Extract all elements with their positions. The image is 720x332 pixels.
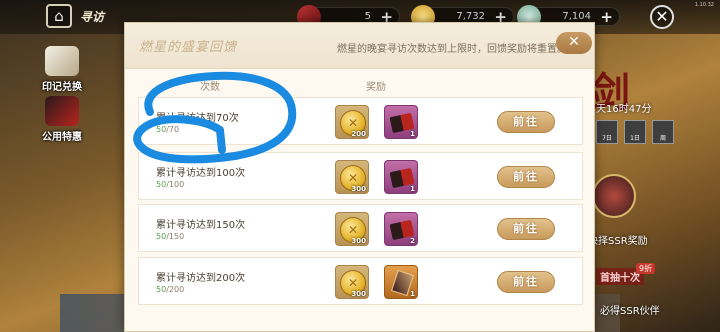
- event-timer: 天16时47分: [596, 104, 652, 115]
- item-count: 1: [410, 130, 415, 138]
- gold-reward[interactable]: ✕ 300: [335, 265, 369, 299]
- version-text: 1.10.32: [694, 2, 714, 8]
- item-reward[interactable]: 1: [384, 160, 418, 194]
- page-title: 寻访: [80, 10, 105, 24]
- gift-icon: [45, 96, 79, 126]
- discount-badge: 9折: [636, 263, 656, 274]
- reward-row: 累计寻访达到100次 50/100 ✕ 300 1 前往: [138, 152, 583, 200]
- add-jade-button[interactable]: +: [600, 8, 613, 26]
- reward-row: 累计寻访达到70次 50/70 ✕ 200 1 前往: [138, 97, 583, 145]
- progress-target: /150: [166, 232, 185, 241]
- tile-label: 7日: [602, 135, 612, 142]
- close-button[interactable]: ✕: [556, 32, 592, 54]
- go-button[interactable]: 前往: [497, 218, 555, 240]
- gold-count: 300: [351, 237, 366, 245]
- gold-count: 200: [351, 130, 366, 138]
- jade-count: 7,104: [562, 11, 591, 22]
- promo-label[interactable]: 必得SSR伙伴: [600, 302, 660, 317]
- gold-count: 300: [351, 185, 366, 193]
- progress-current: 50: [156, 232, 167, 241]
- modal-title: 燃星的盛宴回馈: [139, 40, 238, 55]
- progress-target: /200: [166, 285, 185, 294]
- item-reward[interactable]: 1: [384, 105, 418, 139]
- progress-target: /100: [166, 180, 185, 189]
- row-title: 累计寻访达到100次: [156, 168, 246, 179]
- gold-reward[interactable]: ✕ 300: [335, 160, 369, 194]
- go-button[interactable]: 前往: [497, 166, 555, 188]
- go-button[interactable]: 前往: [497, 271, 555, 293]
- gift-box-icon: [592, 174, 636, 218]
- tile-1day[interactable]: 1日: [624, 120, 646, 144]
- gold-count: 7,732: [456, 11, 485, 22]
- sidebar-item-label: 公用特惠: [42, 132, 82, 143]
- progress-target: /70: [166, 125, 180, 134]
- reward-row: 累计寻访达到150次 50/150 ✕ 300 2 前往: [138, 204, 583, 252]
- sidebar-item-mark-exchange[interactable]: 印记兑换: [40, 46, 84, 93]
- ssr-pack-label: 抉择SSR奖励: [588, 236, 648, 247]
- item-count: 1: [410, 185, 415, 193]
- modal-header: 燃星的盛宴回馈 燃星的晚宴寻访次数达到上限时，回馈奖励将重置。 ✕: [125, 23, 594, 69]
- item-count: 2: [410, 237, 415, 245]
- item-reward[interactable]: 1: [384, 265, 418, 299]
- tile-week[interactable]: 周: [652, 120, 674, 144]
- row-progress: 50/70: [156, 125, 179, 134]
- tile-7day[interactable]: 7日: [596, 120, 618, 144]
- row-progress: 50/200: [156, 285, 184, 294]
- progress-current: 50: [156, 125, 167, 134]
- go-button[interactable]: 前往: [497, 111, 555, 133]
- scroll-icon: [45, 46, 79, 76]
- column-header-reward: 奖励: [366, 82, 386, 93]
- sidebar-item-public-offer[interactable]: 公用特惠: [40, 96, 84, 143]
- column-header-condition: 次数: [200, 82, 220, 93]
- row-progress: 50/150: [156, 232, 184, 241]
- tile-label: 1日: [630, 135, 640, 142]
- tile-label: 周: [659, 135, 666, 142]
- gold-count: 300: [351, 290, 366, 298]
- row-title: 累计寻访达到70次: [156, 113, 239, 124]
- reward-row: 累计寻访达到200次 50/200 ✕ 300 1 前往: [138, 257, 583, 305]
- sidebar-item-label: 印记兑换: [42, 82, 82, 93]
- gold-reward[interactable]: ✕ 200: [335, 105, 369, 139]
- home-icon[interactable]: ⌂: [46, 4, 72, 28]
- ssr-reward-pack[interactable]: 抉择SSR奖励: [588, 174, 648, 247]
- reward-modal: 燃星的盛宴回馈 燃星的晚宴寻访次数达到上限时，回馈奖励将重置。 ✕ 次数 奖励 …: [124, 22, 595, 332]
- gold-reward[interactable]: ✕ 300: [335, 212, 369, 246]
- ticket-count: 5: [364, 11, 371, 22]
- item-reward[interactable]: 2: [384, 212, 418, 246]
- row-title: 累计寻访达到200次: [156, 273, 246, 284]
- row-progress: 50/100: [156, 180, 184, 189]
- row-title: 累计寻访达到150次: [156, 220, 246, 231]
- modal-description: 燃星的晚宴寻访次数达到上限时，回馈奖励将重置。: [337, 44, 567, 55]
- progress-current: 50: [156, 180, 167, 189]
- progress-current: 50: [156, 285, 167, 294]
- close-icon[interactable]: ✕: [650, 5, 674, 29]
- item-count: 1: [410, 290, 415, 298]
